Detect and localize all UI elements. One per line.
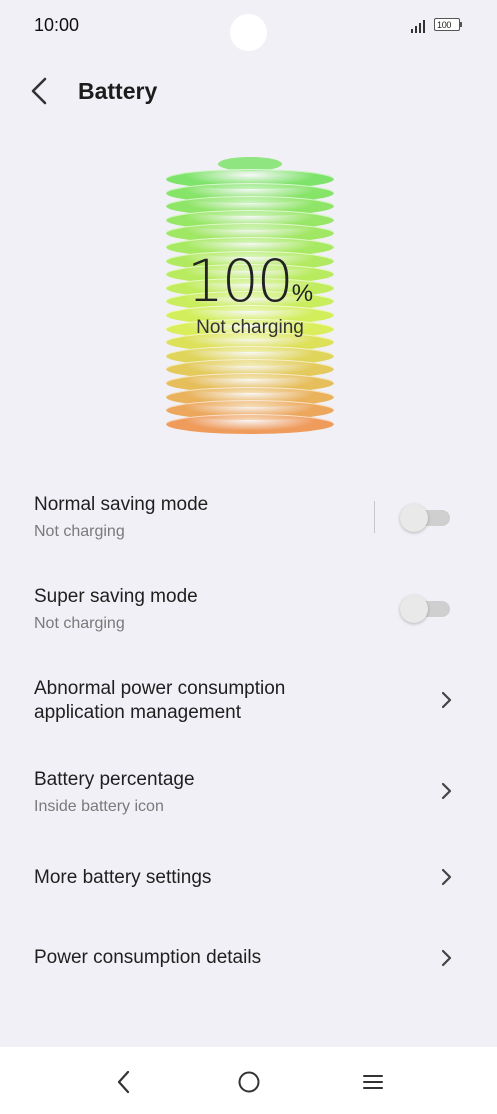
header: Battery — [0, 64, 497, 120]
super-saving-mode-title: Super saving mode — [34, 586, 198, 607]
power-consumption-details-title: Power consumption details — [34, 947, 262, 968]
recents-icon — [363, 1075, 383, 1089]
power-consumption-details-row[interactable]: Power consumption details — [0, 923, 497, 991]
battery-icon: 100 — [434, 18, 464, 33]
super-saving-mode-row[interactable]: Super saving mode Not charging — [0, 567, 497, 655]
status-bar: 10:00 100 — [0, 0, 497, 52]
camera-cutout — [230, 14, 267, 51]
abnormal-power-consumption-row[interactable]: Abnormal power consumption application m… — [0, 659, 497, 747]
status-time: 10:00 — [34, 15, 80, 35]
battery-graphic: 100% Not charging — [160, 155, 340, 440]
toggle-thumb — [400, 504, 428, 532]
super-saving-mode-subtitle: Not charging — [34, 615, 125, 632]
normal-saving-mode-row[interactable]: Normal saving mode Not charging — [0, 475, 497, 563]
battery-band — [166, 413, 334, 434]
battery-percentage-value: 100 — [186, 247, 294, 315]
nav-recents-button[interactable] — [356, 1065, 390, 1099]
more-battery-settings-title: More battery settings — [34, 867, 212, 888]
battery-percentage-title: Battery percentage — [34, 769, 195, 790]
chevron-right-icon — [441, 782, 452, 800]
normal-saving-mode-toggle[interactable] — [400, 504, 450, 532]
chevron-right-icon — [441, 868, 452, 886]
charging-status: Not charging — [196, 317, 304, 338]
nav-back-button[interactable] — [107, 1065, 141, 1099]
home-icon — [238, 1071, 260, 1093]
navigation-bar — [0, 1047, 497, 1114]
chevron-right-icon — [441, 691, 452, 709]
abnormal-power-consumption-title: Abnormal power consumption — [34, 678, 286, 699]
chevron-right-icon — [441, 949, 452, 967]
chevron-left-icon — [31, 77, 47, 105]
back-icon — [117, 1070, 130, 1094]
back-button[interactable] — [22, 74, 56, 108]
battery-level-text: 100 — [437, 20, 452, 30]
signal-icon — [411, 20, 425, 33]
battery-percentage-row[interactable]: Battery percentage Inside battery icon — [0, 751, 497, 839]
more-battery-settings-row[interactable]: More battery settings — [0, 843, 497, 911]
toggle-thumb — [400, 595, 428, 623]
battery-percentage: 100% — [160, 247, 340, 315]
normal-saving-mode-subtitle: Not charging — [34, 523, 125, 540]
nav-home-button[interactable] — [232, 1065, 266, 1099]
battery-percentage-sign: % — [291, 280, 314, 307]
abnormal-power-consumption-title-line2: application management — [34, 702, 242, 723]
divider — [374, 501, 375, 533]
super-saving-mode-toggle[interactable] — [400, 595, 450, 623]
battery-percentage-subtitle: Inside battery icon — [34, 798, 164, 815]
page-title: Battery — [78, 78, 158, 104]
normal-saving-mode-title: Normal saving mode — [34, 494, 209, 515]
